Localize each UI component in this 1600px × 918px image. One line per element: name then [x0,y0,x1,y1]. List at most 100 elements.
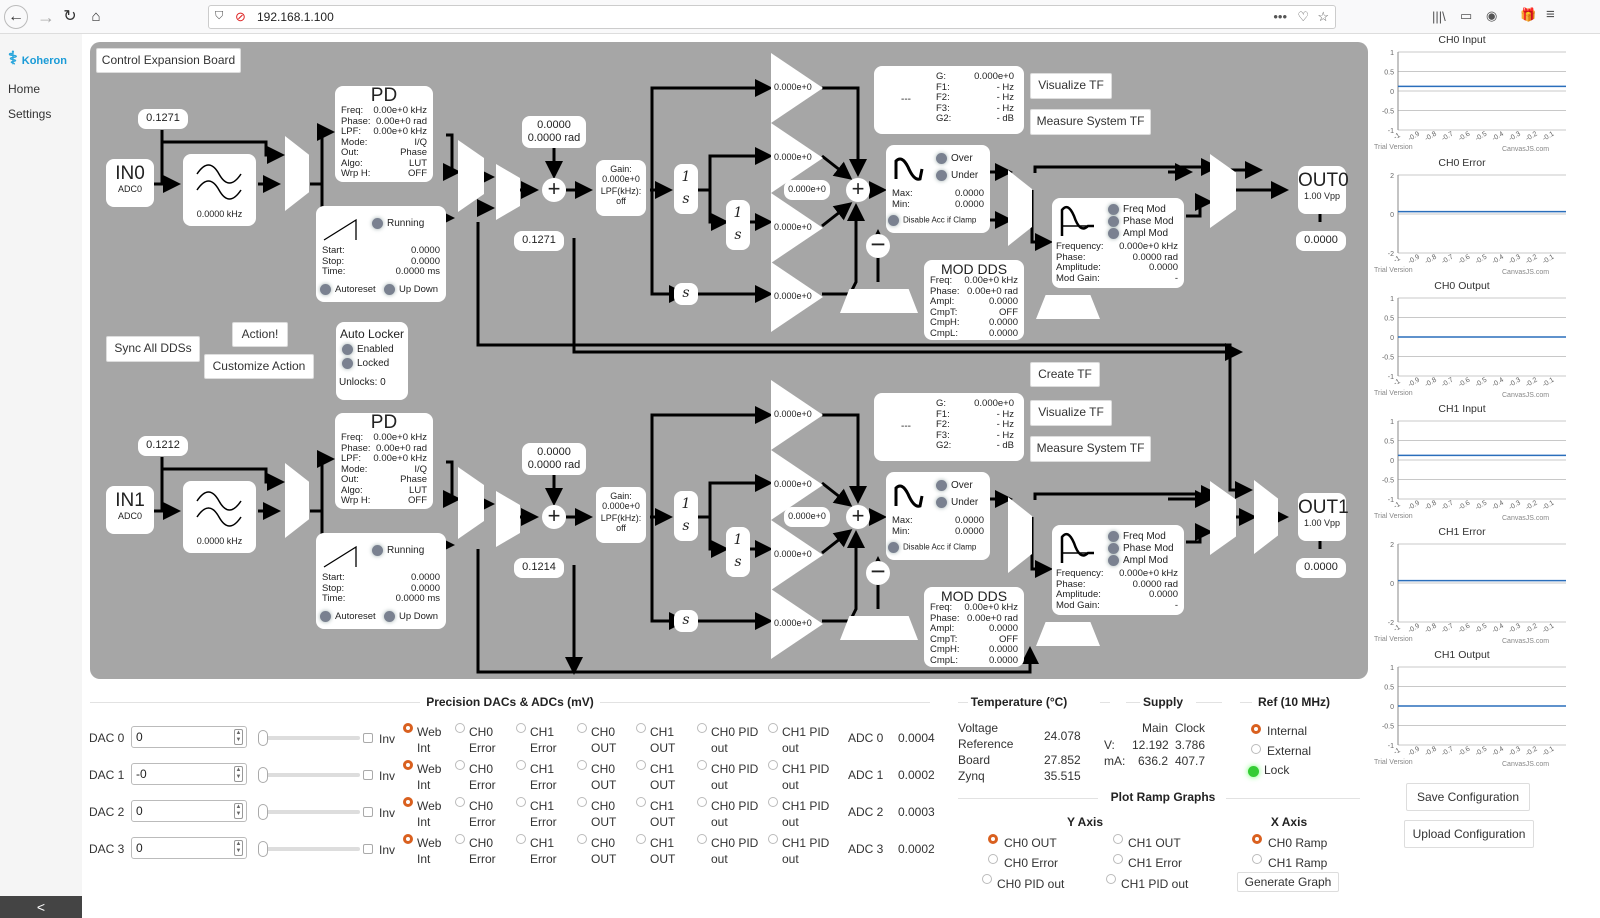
mod-dds-block[interactable]: MOD DDS Freq: 0.00e+0 kHz Phase: 0.00e+0 ra… [924,260,1024,340]
back-button[interactable]: ← [4,5,28,29]
bookmark-star-icon[interactable]: ☆ [1317,9,1329,25]
dac-source-radio[interactable] [636,760,646,770]
generate-graph-button[interactable]: Generate Graph [1237,872,1339,892]
dac-source-radio[interactable] [636,834,646,844]
input-offset-value[interactable]: 0.1212 [138,436,188,456]
dac-source-radio[interactable] [516,723,526,733]
dac-source-radio[interactable] [516,834,526,844]
phase-mod-toggle[interactable]: Phase Mod [1108,216,1174,227]
ramp-running[interactable]: Running [372,545,424,556]
dac-source-radio[interactable] [636,723,646,733]
input-block[interactable]: IN1 ADC0 [106,486,154,534]
dds-source-mux[interactable] [840,616,918,640]
double-integrator-block[interactable]: 1s [726,200,750,250]
dds-block[interactable]: Freq Mod Phase Mod Ampl Mod Frequency: 0.… [1052,198,1184,288]
dac-source-radio[interactable] [455,797,465,807]
output-block[interactable]: OUT0 1.00 Vpp [1298,166,1349,214]
dac-source-radio[interactable] [697,834,707,844]
dac-source-radio[interactable] [577,797,587,807]
dac-source-radio[interactable] [455,723,465,733]
sync-all-dds-button[interactable]: Sync All DDSs [106,336,200,362]
ref-internal-radio[interactable] [1251,724,1261,734]
dac-slider[interactable] [258,804,360,820]
action-button[interactable]: Action! [232,322,288,347]
spinner-icon[interactable]: ▲ ▼ [234,766,243,782]
reload-button[interactable]: ↻ [58,5,82,29]
customize-action-button[interactable]: Customize Action [204,354,314,379]
y-ch0-error-radio[interactable] [988,854,998,864]
dac-slider[interactable] [258,841,360,857]
dac-source-radio[interactable] [577,723,587,733]
dac-source-radio[interactable] [403,723,413,733]
dac-invert-checkbox[interactable] [363,844,373,854]
disable-acc-clamp-toggle[interactable]: Disable Acc if Clamp [888,215,976,226]
auto-locker-enabled[interactable]: Enabled [336,341,408,355]
offset-gain-value[interactable]: 0.000e+0 [784,507,830,527]
sidebar-item-home[interactable]: Home [8,82,40,96]
ramp-block[interactable]: Running Start: 0.0000 Stop: 0.0000 Time: 0.00… [316,533,446,629]
visualize-tf-button[interactable]: Visualize TF [1030,400,1112,426]
dds-source-mux[interactable] [840,289,918,313]
derivative-block[interactable]: s [674,610,698,632]
home-button[interactable]: ⌂ [84,5,108,29]
phase-mod-toggle[interactable]: Phase Mod [1108,543,1174,554]
measure-system-tf-button[interactable]: Measure System TF [1030,436,1151,462]
x-ch1-ramp-radio[interactable] [1252,854,1262,864]
input-filter-block[interactable]: 0.0000 kHz [183,154,256,226]
gain-lpf-block[interactable]: Gain: 0.000e+0 LPF(kHz): off [596,487,646,543]
dac-value-input[interactable]: 0 ▲ ▼ [131,800,247,822]
updown-toggle[interactable]: Up Down [384,284,438,295]
ampl-mod-toggle[interactable]: Ampl Mod [1108,555,1168,566]
control-expansion-board-button[interactable]: Control Expansion Board [96,48,241,73]
dac-value-input[interactable]: -0 ▲ ▼ [131,763,247,785]
dac-invert-checkbox[interactable] [363,807,373,817]
pd-block[interactable]: PD Freq: 0.00e+0 kHz Phase: 0.00e+0 rad LPF:… [335,86,433,182]
slider-handle[interactable] [258,804,268,820]
ref-external-radio[interactable] [1251,744,1261,754]
sidebar-toggle-icon[interactable]: ▭ [1460,8,1472,24]
integrator-block[interactable]: 1s [674,491,698,541]
dac-source-radio[interactable] [577,834,587,844]
collapse-sidebar-button[interactable]: < [0,896,82,918]
output-block[interactable]: OUT1 1.00 Vpp [1298,493,1349,541]
hamburger-menu-icon[interactable]: ≡ [1546,6,1555,23]
slider-handle[interactable] [258,841,268,857]
dac-source-radio[interactable] [636,797,646,807]
measure-system-tf-button[interactable]: Measure System TF [1030,109,1151,135]
x-ch0-ramp-radio[interactable] [1252,834,1262,844]
autoreset-toggle[interactable]: Autoreset [320,611,376,622]
dac-source-radio[interactable] [697,797,707,807]
gain-lpf-block[interactable]: Gain: 0.000e+0 LPF(kHz): off [596,160,646,216]
library-icon[interactable]: |||\ [1432,9,1446,24]
derivative-block[interactable]: s [674,283,698,305]
mod-source-mux[interactable] [1036,622,1100,646]
forward-button[interactable]: → [34,5,58,29]
dac-source-radio[interactable] [768,797,778,807]
sidebar-item-settings[interactable]: Settings [8,107,51,121]
dac-source-radio[interactable] [516,797,526,807]
y-ch1-error-radio[interactable] [1113,854,1123,864]
clamp-block[interactable]: Over Under Max: 0.0000 Min: 0.0000 Disable … [886,472,990,560]
input-block[interactable]: IN0 ADC0 [106,159,154,207]
dac-source-radio[interactable] [768,834,778,844]
integrator-block[interactable]: 1s [674,164,698,214]
disable-acc-clamp-toggle[interactable]: Disable Acc if Clamp [888,542,976,553]
slider-handle[interactable] [258,730,268,746]
dac-invert-checkbox[interactable] [363,733,373,743]
ramp-block[interactable]: Running Start: 0.0000 Stop: 0.0000 Time: 0.00… [316,206,446,302]
dac-source-radio[interactable] [403,834,413,844]
mod-dds-block[interactable]: MOD DDS Freq: 0.00e+0 kHz Phase: 0.00e+0 ra… [924,587,1024,667]
freq-mod-toggle[interactable]: Freq Mod [1108,531,1166,542]
gift-icon[interactable]: 🎁 [1520,7,1536,23]
dac-source-radio[interactable] [403,760,413,770]
dac-slider[interactable] [258,730,360,746]
dac-source-radio[interactable] [403,797,413,807]
spinner-icon[interactable]: ▲ ▼ [234,840,243,856]
dac-source-radio[interactable] [577,760,587,770]
setpoint-block[interactable]: 0.0000 0.0000 rad [522,116,586,148]
y-ch1-out-radio[interactable] [1113,834,1123,844]
dac-value-input[interactable]: 0 ▲ ▼ [131,837,247,859]
address-bar[interactable]: ⛉ ⊘ 192.168.1.100 ••• ♡ ☆ [208,5,1336,29]
dac-source-radio[interactable] [455,760,465,770]
dac-value-input[interactable]: 0 ▲ ▼ [131,726,247,748]
